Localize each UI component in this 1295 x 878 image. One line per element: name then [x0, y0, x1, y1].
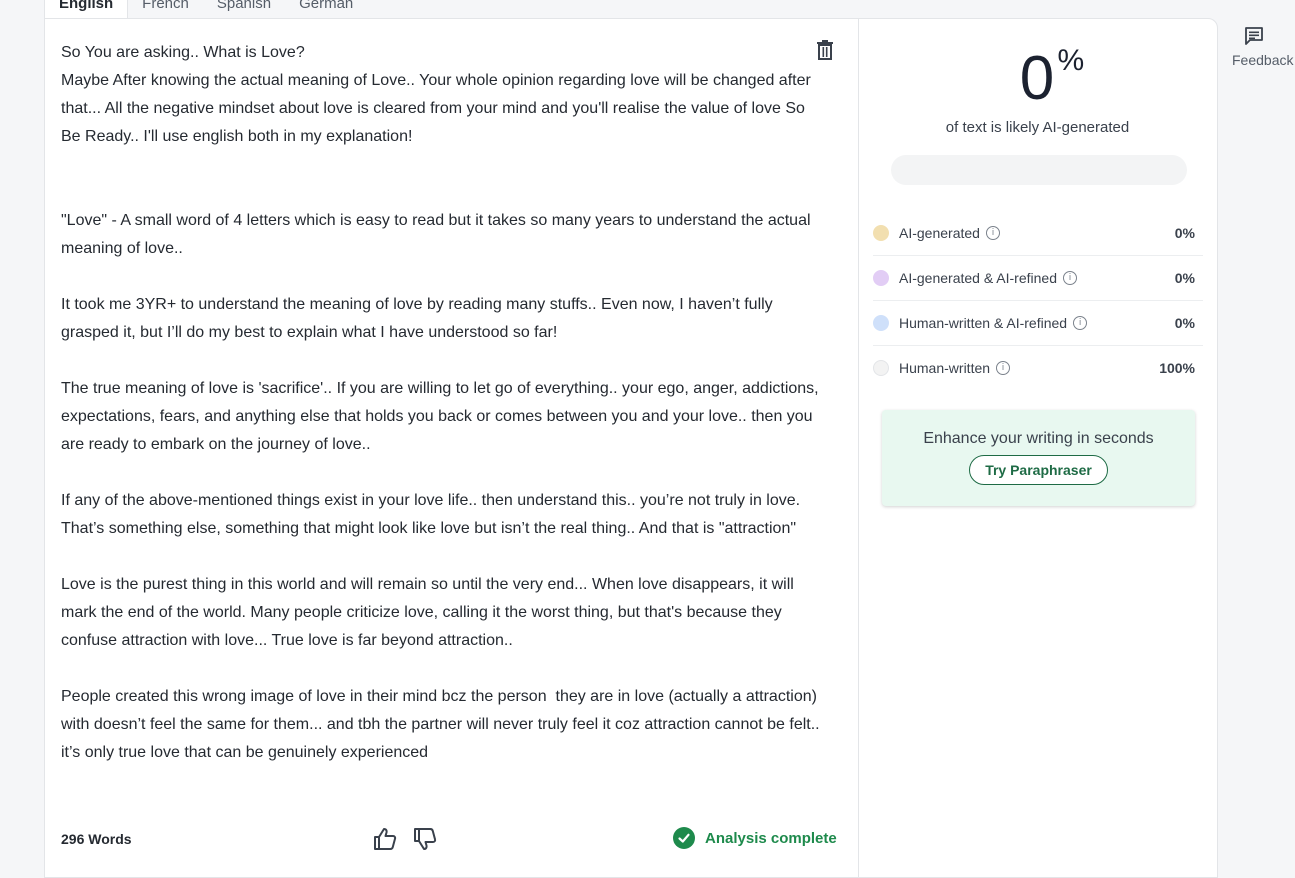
paragraph: People created this wrong image of love …	[61, 688, 825, 761]
tab-french[interactable]: French	[128, 0, 203, 18]
editor-text[interactable]: So You are asking.. What is Love? Maybe …	[61, 39, 821, 767]
score-caption: of text is likely AI-generated	[945, 119, 1130, 136]
ai-progress-bar	[891, 155, 1187, 185]
tab-german[interactable]: German	[285, 0, 367, 18]
score-block: 0% of text is likely AI-generated	[858, 43, 1217, 136]
ai-score: 0%	[1019, 43, 1084, 115]
language-tabs: English French Spanish German	[44, 0, 367, 18]
paragraph: The true meaning of love is 'sacrifice'.…	[61, 380, 824, 453]
ai-score-unit: %	[1057, 44, 1086, 77]
score-breakdown: AI-generated i 0% AI-generated & AI-refi…	[873, 211, 1203, 390]
promo-title: Enhance your writing in seconds	[923, 430, 1154, 447]
paraphraser-promo: Enhance your writing in seconds Try Para…	[882, 410, 1195, 506]
breakdown-value: 100%	[1159, 360, 1195, 376]
feedback-icon	[1244, 26, 1264, 46]
legend-dot	[873, 360, 889, 376]
breakdown-row-ai-generated: AI-generated i 0%	[873, 211, 1203, 256]
breakdown-value: 0%	[1174, 270, 1195, 286]
info-icon[interactable]: i	[985, 226, 1000, 240]
analysis-status: Analysis complete	[673, 827, 837, 849]
paragraph: If any of the above-mentioned things exi…	[61, 492, 805, 537]
legend-dot	[873, 270, 889, 286]
try-paraphraser-button[interactable]: Try Paraphraser	[969, 455, 1108, 485]
tab-english[interactable]: English	[44, 0, 129, 18]
ai-score-value: 0	[1019, 44, 1056, 113]
breakdown-label: Human-written & AI-refined	[899, 315, 1068, 331]
thumbs-up-icon[interactable]	[372, 826, 398, 852]
info-icon[interactable]: i	[1063, 271, 1077, 285]
info-icon[interactable]: i	[1073, 316, 1088, 330]
breakdown-label: AI-generated	[899, 225, 980, 241]
breakdown-row-human-written-ai-refined: Human-written & AI-refined i 0%	[873, 301, 1203, 346]
feedback-button[interactable]: Feedback	[1232, 26, 1295, 68]
detector-card: So You are asking.. What is Love? Maybe …	[44, 18, 1218, 878]
word-count: 296 Words	[61, 831, 132, 847]
check-circle-icon	[673, 827, 695, 849]
breakdown-value: 0%	[1174, 315, 1195, 331]
breakdown-label: Human-written	[899, 360, 991, 376]
tab-spanish[interactable]: Spanish	[203, 0, 285, 18]
editor-footer: 296 Words Analysis complete	[45, 819, 858, 859]
paragraph: It took me 3YR+ to understand the meanin…	[61, 296, 778, 341]
thumbs-down-icon[interactable]	[412, 826, 438, 852]
breakdown-value: 0%	[1174, 225, 1195, 241]
info-icon[interactable]: i	[996, 361, 1011, 375]
feedback-label: Feedback	[1232, 52, 1294, 68]
paragraph: So You are asking.. What is Love?	[61, 44, 305, 61]
breakdown-row-human-written: Human-written i 100%	[873, 346, 1203, 390]
paragraph: Maybe After knowing the actual meaning o…	[61, 72, 816, 145]
breakdown-label: AI-generated & AI-refined	[899, 270, 1057, 286]
paragraph: "Love" - A small word of 4 letters which…	[61, 212, 815, 257]
results-panel: 0% of text is likely AI-generated AI-gen…	[858, 19, 1217, 877]
legend-dot	[873, 315, 889, 331]
legend-dot	[873, 225, 889, 241]
analysis-status-label: Analysis complete	[705, 829, 837, 847]
trash-icon[interactable]	[815, 39, 835, 61]
text-editor[interactable]: So You are asking.. What is Love? Maybe …	[45, 19, 859, 877]
breakdown-row-ai-generated-ai-refined: AI-generated & AI-refined i 0%	[873, 256, 1203, 301]
paragraph: Love is the purest thing in this world a…	[61, 576, 799, 649]
